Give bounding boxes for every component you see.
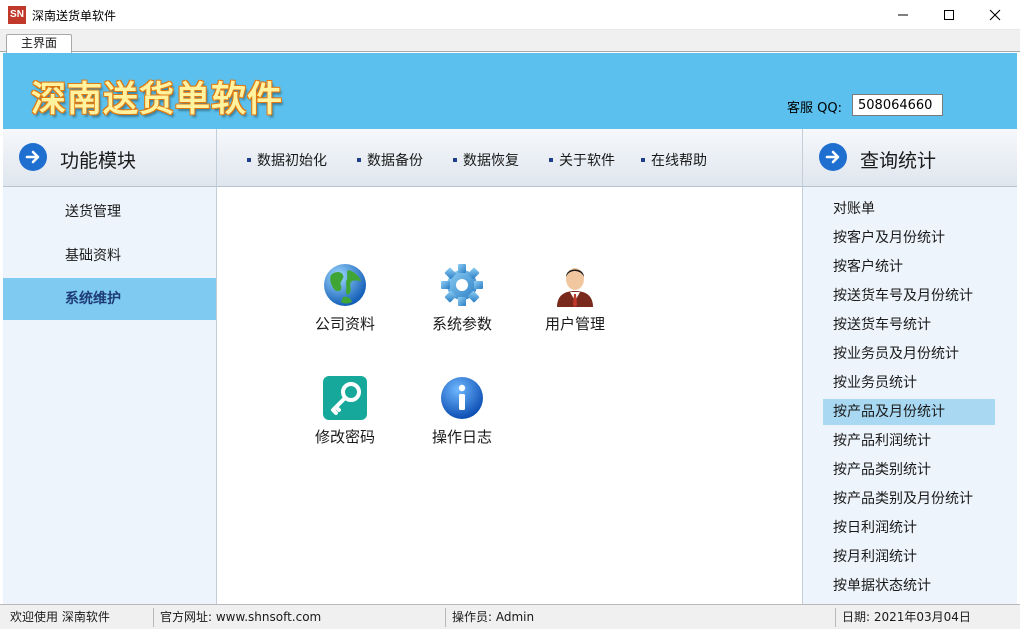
list-item[interactable]: 按日利润统计 <box>823 515 995 541</box>
nav-item-basic-data[interactable]: 基础资料 <box>3 235 216 277</box>
banner-title: 深南送货单软件 <box>31 80 284 120</box>
left-panel-title: 功能模块 <box>60 150 137 172</box>
menu-data-init[interactable]: 数据初始化 <box>247 150 327 170</box>
list-item[interactable]: 按月利润统计 <box>823 544 995 570</box>
status-welcome: 欢迎使用 深南软件 <box>4 608 154 627</box>
module-company-info[interactable]: 公司资料 <box>300 261 390 334</box>
qq-field[interactable] <box>852 94 943 116</box>
module-label: 系统参数 <box>431 315 492 333</box>
list-item[interactable]: 按送货车号及月份统计 <box>823 283 995 309</box>
nav-item-system[interactable]: 系统维护 <box>3 278 216 320</box>
query-stats-list: 对账单 按客户及月份统计 按客户统计 按送货车号及月份统计 按送货车号统计 按业… <box>802 187 1017 604</box>
minimize-button[interactable] <box>880 0 926 30</box>
arrow-right-icon <box>819 143 847 171</box>
module-user-management[interactable]: 用户管理 <box>530 261 620 334</box>
toolbar-menu: 数据初始化 数据备份 数据恢复 关于软件 在线帮助 <box>247 150 737 170</box>
list-item[interactable]: 按产品类别及月份统计 <box>823 486 995 512</box>
list-item[interactable]: 按业务员统计 <box>823 370 995 396</box>
status-date: 日期: 2021年03月04日 <box>842 610 971 624</box>
menu-data-restore[interactable]: 数据恢复 <box>453 150 519 170</box>
minimize-icon <box>898 14 908 16</box>
left-nav: 送货管理 基础资料 系统维护 <box>3 187 217 604</box>
status-operator: 操作员: Admin <box>446 608 836 627</box>
menu-label: 数据备份 <box>367 153 423 169</box>
window-title: 深南送货单软件 <box>32 9 117 23</box>
bullet-icon <box>549 158 553 162</box>
tab-main[interactable]: 主界面 <box>6 34 72 53</box>
list-item[interactable]: 按单据状态统计 <box>823 573 995 599</box>
status-website: 官方网址: www.shnsoft.com <box>154 608 446 627</box>
module-label: 用户管理 <box>544 315 605 333</box>
bullet-icon <box>247 158 251 162</box>
module-label: 操作日志 <box>431 428 492 446</box>
list-item[interactable]: 按客户统计 <box>823 254 995 280</box>
bullet-icon <box>357 158 361 162</box>
right-panel-title: 查询统计 <box>860 150 937 172</box>
module-label: 公司资料 <box>314 315 375 333</box>
bullet-icon <box>641 158 645 162</box>
list-item[interactable]: 按产品利润统计 <box>823 428 995 454</box>
globe-icon <box>324 264 366 306</box>
user-icon <box>557 268 593 307</box>
gear-icon <box>441 264 483 306</box>
menu-label: 在线帮助 <box>651 153 707 169</box>
list-item[interactable]: 按业务员及月份统计 <box>823 341 995 367</box>
nav-item-delivery[interactable]: 送货管理 <box>3 191 216 233</box>
status-bar: 欢迎使用 深南软件 官方网址: www.shnsoft.com 操作员: Adm… <box>0 604 1020 629</box>
info-icon <box>441 377 483 419</box>
banner: 深南送货单软件 客服 QQ: <box>3 53 1017 129</box>
list-item-selected[interactable]: 按产品及月份统计 <box>823 399 995 425</box>
list-item[interactable]: 按送货车号统计 <box>823 312 995 338</box>
app-logo-icon: SN <box>8 6 26 24</box>
key-icon <box>323 376 367 420</box>
left-panel-header: 功能模块 <box>3 129 217 187</box>
menu-about[interactable]: 关于软件 <box>549 150 615 170</box>
module-change-password[interactable]: 修改密码 <box>300 374 390 447</box>
list-item[interactable]: 按客户及月份统计 <box>823 225 995 251</box>
menu-label: 关于软件 <box>559 153 615 169</box>
bullet-icon <box>453 158 457 162</box>
menu-label: 数据恢复 <box>463 153 519 169</box>
module-label: 修改密码 <box>314 428 375 446</box>
menu-data-backup[interactable]: 数据备份 <box>357 150 423 170</box>
close-button[interactable] <box>972 0 1018 30</box>
list-item[interactable]: 按产品类别统计 <box>823 457 995 483</box>
maximize-icon <box>944 10 954 20</box>
title-bar: SN 深南送货单软件 <box>0 0 1020 30</box>
menu-label: 数据初始化 <box>257 153 327 169</box>
close-icon <box>989 9 1001 21</box>
maximize-button[interactable] <box>926 0 972 30</box>
tab-strip: 主界面 <box>0 30 1020 53</box>
toolbar: 数据初始化 数据备份 数据恢复 关于软件 在线帮助 <box>217 129 802 187</box>
main-area: 公司资料 系统参数 用户管理 修改密码 操作日志 <box>217 187 802 604</box>
qq-label: 客服 QQ: <box>787 101 842 116</box>
module-system-params[interactable]: 系统参数 <box>417 261 507 334</box>
arrow-right-icon <box>19 143 47 171</box>
right-panel-header: 查询统计 <box>802 129 1017 187</box>
menu-online-help[interactable]: 在线帮助 <box>641 150 707 170</box>
module-operation-log[interactable]: 操作日志 <box>417 374 507 447</box>
list-item[interactable]: 对账单 <box>823 196 995 222</box>
